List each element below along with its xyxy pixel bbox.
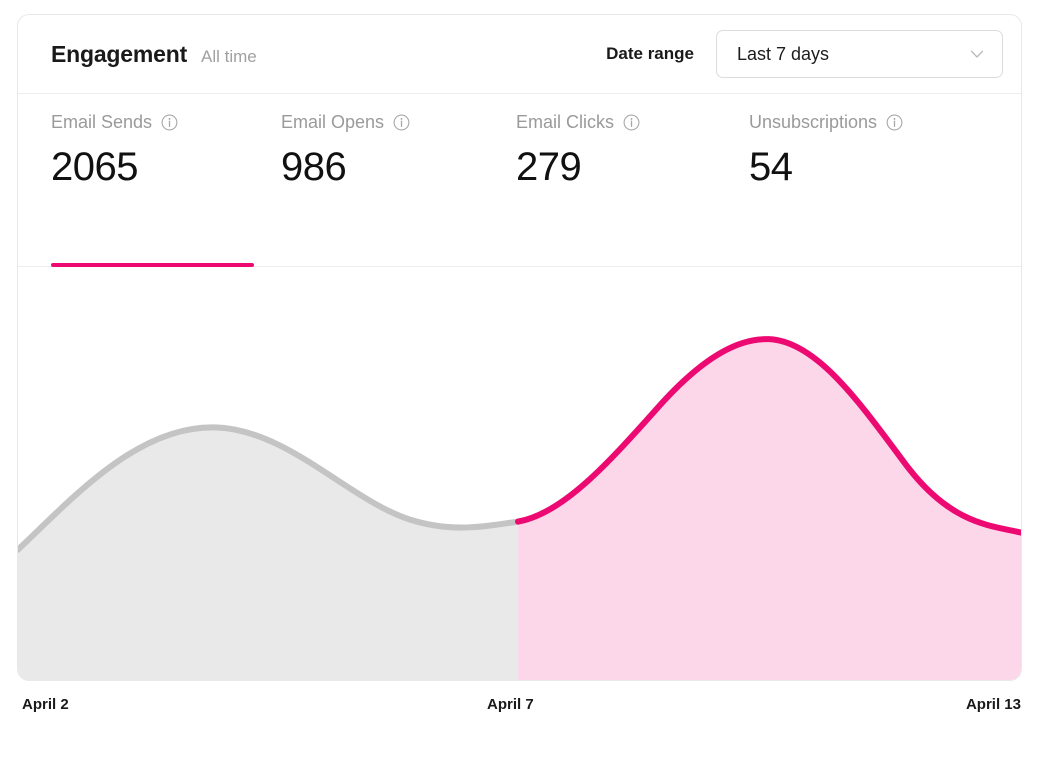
x-axis-tick-end: April 13	[965, 696, 1021, 713]
metric-value: 2065	[51, 145, 138, 189]
metric-tab-email-sends[interactable]: Email Sends 2065	[51, 94, 260, 267]
chevron-down-icon	[970, 50, 984, 58]
card-header: Engagement All time Date range Last 7 da…	[18, 15, 1021, 94]
metric-value: 54	[749, 145, 793, 189]
metric-label: Email Opens	[281, 111, 385, 132]
engagement-chart[interactable]	[18, 267, 1021, 680]
chart-area-recent	[518, 339, 1021, 680]
metric-value: 279	[516, 145, 582, 189]
metric-tab-email-clicks[interactable]: Email Clicks 279	[516, 94, 716, 267]
metric-tab-unsubscriptions[interactable]: Unsubscriptions 54	[749, 94, 989, 267]
date-range-label: Date range	[606, 44, 694, 63]
info-icon[interactable]	[161, 114, 178, 131]
metric-head: Email Clicks	[516, 109, 716, 135]
metric-head: Unsubscriptions	[749, 109, 989, 135]
metric-value: 986	[281, 145, 347, 189]
metric-head: Email Sends	[51, 109, 260, 135]
info-icon[interactable]	[623, 114, 640, 131]
chart-area-past	[18, 427, 518, 680]
engagement-card: Engagement All time Date range Last 7 da…	[17, 14, 1022, 681]
metric-tab-email-opens[interactable]: Email Opens 986	[281, 94, 481, 267]
chart-x-axis: April 2 April 7 April 13	[17, 696, 1022, 720]
metric-label: Email Clicks	[516, 111, 615, 132]
metric-label: Unsubscriptions	[749, 111, 878, 132]
info-icon[interactable]	[393, 114, 410, 131]
page-title: Engagement	[51, 40, 188, 67]
metric-label: Email Sends	[51, 111, 153, 132]
info-icon[interactable]	[886, 114, 903, 131]
engagement-area-chart	[18, 336, 1021, 680]
date-range-select[interactable]: Last 7 days	[716, 30, 1003, 78]
header-controls: Date range Last 7 days	[606, 30, 1003, 78]
metric-tabs: Email Sends 2065 Email Opens 986 Email C…	[18, 94, 1021, 267]
card-subtitle: All time	[201, 46, 257, 66]
date-range-selected-value: Last 7 days	[737, 43, 830, 64]
x-axis-tick-middle: April 7	[487, 696, 534, 713]
title-group: Engagement All time	[51, 41, 257, 68]
engagement-dashboard-page: Engagement All time Date range Last 7 da…	[0, 0, 1040, 780]
metric-head: Email Opens	[281, 109, 481, 135]
x-axis-tick-start: April 2	[22, 696, 69, 713]
